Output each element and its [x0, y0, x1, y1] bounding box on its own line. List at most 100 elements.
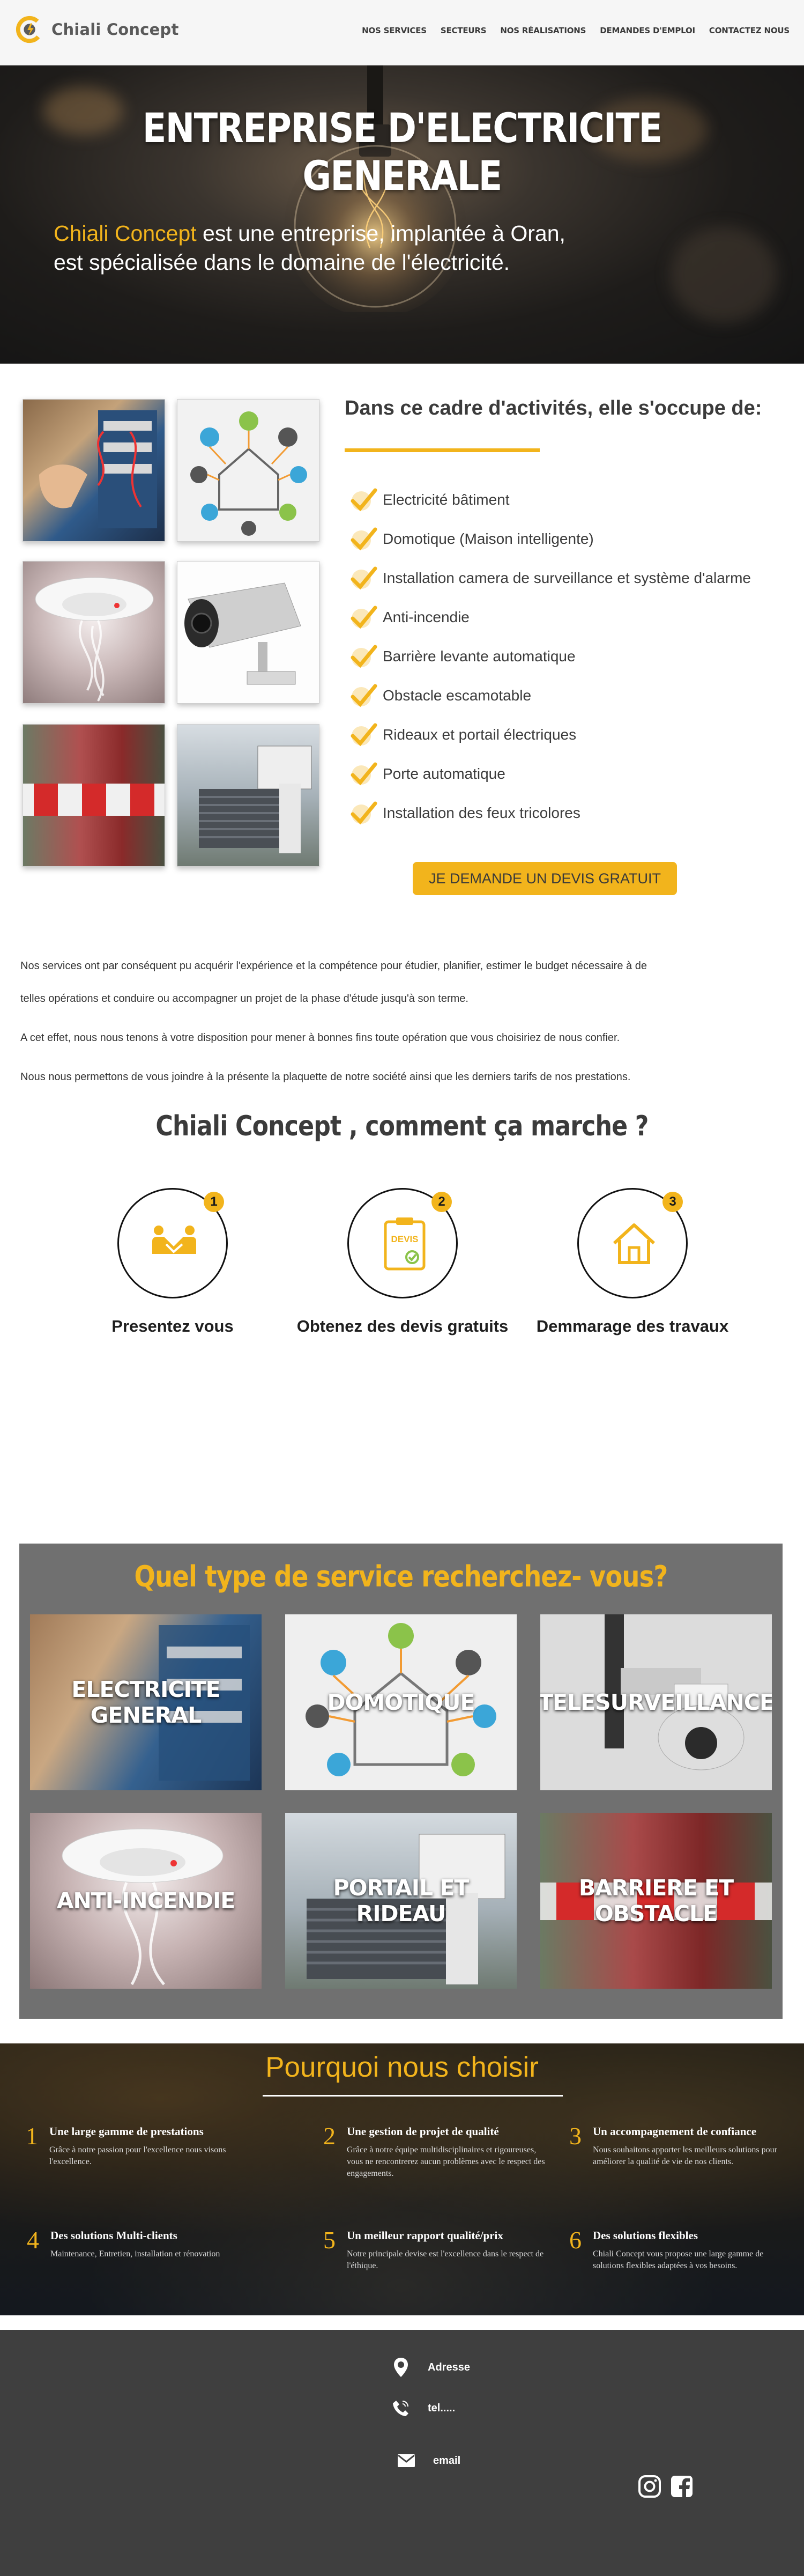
list-item-label: Installation des feux tricolores — [383, 804, 580, 821]
tile-barriere-obstacle[interactable]: BARRIERE ET OBSTACLE — [540, 1813, 772, 1989]
facebook-icon[interactable] — [670, 2475, 694, 2498]
intro-paragraph-1b: telles opérations et conduire ou accompa… — [20, 993, 468, 1005]
main-nav: NOS SERVICES SECTEURS NOS RÉALISATIONS D… — [355, 26, 796, 35]
barrier-gate-icon — [23, 784, 165, 816]
electric-panel-icon — [39, 410, 157, 528]
list-item: Obstacle escamotable — [349, 683, 778, 708]
step-1-number: 1 — [204, 1192, 224, 1212]
list-item-label: Installation camera de surveillance et s… — [383, 570, 751, 586]
check-icon — [351, 606, 377, 629]
smoke-detector-icon — [35, 577, 154, 702]
phone-text[interactable]: tel..... — [428, 2402, 455, 2415]
brand-name: Chiali Concept — [51, 20, 179, 39]
instagram-icon[interactable] — [638, 2475, 661, 2498]
footer-address: Adresse — [390, 2357, 470, 2378]
tile-anti-incendie[interactable]: ANTI-INCENDIE — [30, 1813, 262, 1989]
site-header: Chiali Concept NOS SERVICES SECTEURS NOS… — [0, 0, 804, 65]
tile-electricite[interactable]: ELECTRICITE GENERAL — [30, 1614, 262, 1790]
activities-heading: Dans ce cadre d'activités, elle s'occupe… — [345, 397, 762, 419]
why-description: Grâce à notre passion pour l'excellence … — [49, 2145, 226, 2166]
why-heading: Des solutions Multi-clients — [50, 2229, 177, 2242]
tile-label: TELESURVEILLANCE — [540, 1689, 772, 1715]
email-text[interactable]: email — [433, 2455, 460, 2467]
why-description: Nous souhaitons apporter les meilleurs s… — [593, 2145, 777, 2166]
smoke-detector-image — [23, 561, 165, 704]
gate-image — [177, 724, 319, 867]
check-icon — [351, 801, 377, 825]
why-title: Pourquoi nous choisir — [265, 2051, 539, 2083]
list-item: Installation camera de surveillance et s… — [349, 565, 778, 591]
hero-title: ENTREPRISE D'ELECTRICITE GENERALE — [142, 104, 662, 200]
why-underline — [263, 2095, 563, 2097]
step-2-label: Obtenez des devis gratuits — [296, 1317, 509, 1335]
footer-email: email — [396, 2450, 460, 2471]
list-item-label: Anti-incendie — [383, 609, 470, 625]
electrician-image — [23, 399, 165, 542]
tile-label: ANTI-INCENDIE — [56, 1888, 236, 1914]
footer-phone: tel..... — [390, 2397, 455, 2419]
why-heading: Une gestion de projet de qualité — [347, 2125, 499, 2138]
why-number: 5 — [323, 2226, 336, 2254]
phone-icon — [390, 2397, 412, 2419]
nav-realisations[interactable]: NOS RÉALISATIONS — [493, 26, 593, 35]
why-heading: Une large gamme de prestations — [49, 2125, 204, 2138]
tile-label: PORTAIL ET RIDEAU — [333, 1875, 470, 1927]
why-number: 4 — [27, 2226, 39, 2254]
intro-paragraph-2: A cet effet, nous nous tenons à votre di… — [20, 1032, 620, 1044]
sliding-gate-icon — [199, 746, 312, 853]
list-item: Domotique (Maison intelligente) — [349, 526, 778, 552]
tile-portail-rideau[interactable]: PORTAIL ET RIDEAU — [285, 1813, 517, 1989]
why-number: 2 — [323, 2122, 336, 2150]
check-icon — [351, 566, 377, 590]
envelope-icon — [396, 2450, 417, 2471]
list-item-label: Porte automatique — [383, 765, 505, 782]
smart-home-icon — [190, 411, 307, 536]
barrier-image — [23, 724, 165, 867]
list-item: Installation des feux tricolores — [349, 800, 778, 826]
why-number: 1 — [26, 2122, 38, 2150]
tile-telesurveillance[interactable]: TELESURVEILLANCE — [540, 1614, 772, 1790]
site-footer: Adresse tel..... email — [0, 2330, 804, 2576]
step-2-badge: DEVIS — [391, 1234, 418, 1244]
list-item: Porte automatique — [349, 761, 778, 787]
nav-jobs[interactable]: DEMANDES D'EMPLOI — [593, 26, 702, 35]
why-heading: Un meilleur rapport qualité/prix — [347, 2229, 503, 2242]
logo-icon — [16, 16, 43, 43]
intro-paragraph-1a: Nos services ont par conséquent pu acqué… — [20, 960, 647, 972]
check-icon — [351, 723, 377, 747]
list-item-label: Electricité bâtiment — [383, 491, 510, 508]
quote-document-icon: DEVIS — [384, 1217, 426, 1271]
nav-sectors[interactable]: SECTEURS — [434, 26, 493, 35]
tile-domotique[interactable]: DOMOTIQUE — [285, 1614, 517, 1790]
nav-services[interactable]: NOS SERVICES — [355, 26, 434, 35]
why-description: Notre principale devise est l'excellence… — [347, 2249, 544, 2270]
hero-text-line1: est une entreprise, implantée à Oran, — [196, 221, 565, 246]
handshake-icon — [152, 1226, 196, 1254]
list-item: Electricité bâtiment — [349, 487, 778, 513]
list-item: Barrière levante automatique — [349, 644, 778, 669]
domotics-image — [177, 399, 319, 542]
tile-label: BARRIERE ET OBSTACLE — [578, 1875, 734, 1927]
why-number: 6 — [569, 2226, 582, 2254]
service-types-title: Quel type de service recherchez- vous? — [134, 1560, 668, 1593]
tile-label: DOMOTIQUE — [327, 1689, 475, 1715]
why-description: Grâce à notre équipe multidisciplinaires… — [347, 2145, 545, 2178]
nav-contact[interactable]: CONTACTEZ NOUS — [702, 26, 796, 35]
logo[interactable]: Chiali Concept — [15, 14, 179, 45]
why-number: 3 — [569, 2122, 582, 2150]
camera-image — [177, 561, 319, 704]
security-camera-icon — [184, 582, 301, 685]
free-quote-button[interactable]: JE DEMANDE UN DEVIS GRATUIT — [413, 862, 677, 895]
why-choose-us: Pourquoi nous choisir 1 Une large gamme … — [0, 2043, 804, 2315]
check-icon — [351, 645, 377, 668]
step-3-label: Demmarage des travaux — [536, 1317, 729, 1335]
why-heading: Un accompagnement de confiance — [593, 2125, 757, 2138]
check-icon — [351, 684, 377, 707]
list-item-label: Domotique (Maison intelligente) — [383, 530, 594, 547]
heading-underline — [345, 448, 540, 452]
list-item-label: Obstacle escamotable — [383, 687, 532, 704]
step-1-label: Presentez vous — [111, 1317, 234, 1335]
intro-paragraph-3: Nous nous permettons de vous joindre à l… — [20, 1071, 631, 1083]
list-item: Rideaux et portail électriques — [349, 722, 778, 748]
hero-banner: ENTREPRISE D'ELECTRICITE GENERALE Chiali… — [0, 65, 804, 364]
